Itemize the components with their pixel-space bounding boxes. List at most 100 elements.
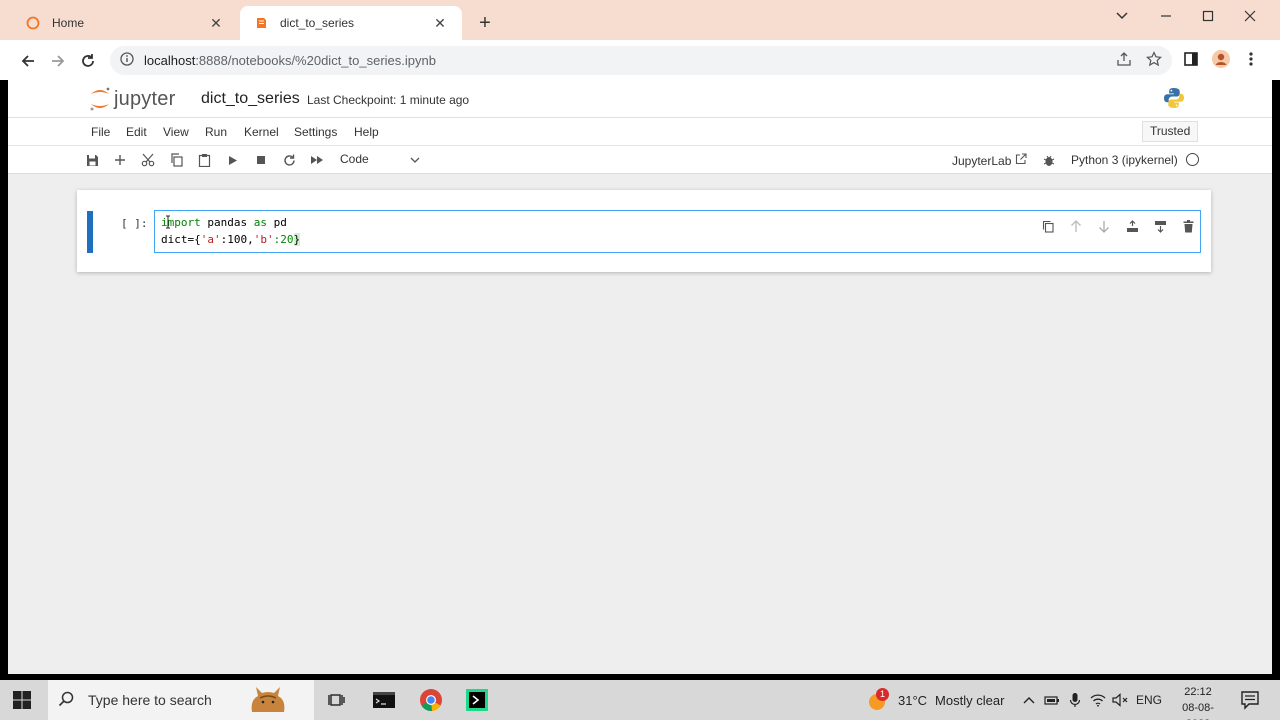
wifi-icon[interactable] [1089, 692, 1107, 708]
clock-date: 08-08-2023 [1182, 702, 1214, 720]
search-icon [58, 691, 74, 710]
terminal-app-icon[interactable] [371, 688, 397, 712]
jupyter-logo-icon [90, 87, 110, 111]
url-field[interactable]: localhost:8888/notebooks/%20dict_to_seri… [110, 46, 1172, 75]
close-tab-icon[interactable]: ✕ [208, 15, 224, 32]
input-language[interactable]: ENG [1136, 693, 1162, 707]
cut-icon[interactable] [139, 151, 157, 169]
insert-cell-icon[interactable] [111, 151, 129, 169]
cell-prompt: [ ]: [121, 217, 148, 230]
share-icon[interactable] [1114, 49, 1134, 69]
clock-time: 22:12 [1184, 686, 1212, 698]
external-link-icon [1015, 153, 1027, 168]
kernel-name[interactable]: Python 3 (ipykernel) [1071, 153, 1178, 167]
cat-search-highlight-icon [246, 682, 290, 719]
trusted-badge[interactable]: Trusted [1142, 121, 1199, 142]
insert-below-icon[interactable] [1151, 217, 1169, 235]
open-jupyterlab-link[interactable]: JupyterLab [952, 153, 1027, 168]
close-tab-icon[interactable]: ✕ [432, 15, 448, 32]
task-view-icon[interactable] [324, 688, 350, 712]
taskbar-search-placeholder: Type here to search [88, 692, 212, 708]
notification-center-icon[interactable] [1240, 690, 1260, 710]
stop-icon[interactable] [252, 151, 270, 169]
tab-search-icon[interactable] [1112, 6, 1132, 26]
restart-icon[interactable] [280, 151, 298, 169]
browser-tabstrip: Home ✕ dict_to_series ✕ + [0, 0, 1280, 40]
cell-type-dropdown[interactable]: Code [340, 152, 420, 166]
windows-taskbar: Type here to search 1 31°C Mostly clear … [0, 680, 1280, 720]
system-clock[interactable]: 22:12 08-08-2023 [1170, 684, 1226, 720]
menu-settings[interactable]: Settings [294, 125, 337, 139]
move-up-icon[interactable] [1067, 217, 1085, 235]
chevron-down-icon [410, 152, 420, 166]
jupyter-logo-text: jupyter [114, 87, 176, 110]
site-info-icon[interactable] [120, 52, 134, 69]
bookmark-star-icon[interactable] [1144, 49, 1164, 69]
profile-avatar-icon[interactable] [1211, 49, 1231, 69]
code-cell-editor[interactable]: import pandas as pd dict={'a':100,'b':20… [154, 210, 1201, 253]
tab-dict-to-series[interactable]: dict_to_series ✕ [240, 6, 462, 40]
minimize-icon[interactable] [1156, 6, 1176, 26]
python-logo-icon [1163, 87, 1185, 112]
show-hidden-icons-chevron-icon[interactable] [1020, 692, 1038, 708]
debugger-bug-icon[interactable] [1040, 151, 1058, 169]
insert-above-icon[interactable] [1123, 217, 1141, 235]
side-panel-icon[interactable] [1181, 49, 1201, 69]
menu-view[interactable]: View [163, 125, 189, 139]
battery-plug-icon[interactable] [1043, 692, 1061, 708]
close-window-icon[interactable] [1240, 6, 1260, 26]
code-line-1: import pandas as pd [161, 216, 287, 229]
text-cursor-icon [165, 215, 170, 229]
active-cell-indicator[interactable] [87, 211, 93, 253]
menu-run[interactable]: Run [205, 125, 227, 139]
notebook-cell-container: [ ]: import pandas as pd dict={'a':100,'… [77, 190, 1211, 272]
cell-type-value: Code [340, 152, 369, 166]
kernel-status-idle-icon [1186, 153, 1199, 166]
reload-icon[interactable] [77, 50, 99, 72]
duplicate-cell-icon[interactable] [1039, 217, 1057, 235]
jupyter-menubar: File Edit View Run Kernel Settings Help … [8, 118, 1272, 146]
weather-notification-badge: 1 [876, 688, 889, 701]
microphone-icon[interactable] [1066, 692, 1084, 708]
move-down-icon[interactable] [1095, 217, 1113, 235]
jupyter-favicon-icon [26, 16, 40, 30]
last-checkpoint: Last Checkpoint: 1 minute ago [307, 93, 470, 107]
menu-file[interactable]: File [91, 125, 110, 139]
jupyterlab-label: JupyterLab [952, 153, 1012, 168]
save-icon[interactable] [83, 151, 101, 169]
copy-icon[interactable] [167, 151, 185, 169]
notebook-title[interactable]: dict_to_series [201, 90, 300, 108]
notebook-favicon-icon [254, 16, 268, 30]
menu-kernel[interactable]: Kernel [244, 125, 279, 139]
pycharm-app-icon[interactable] [464, 688, 490, 712]
run-icon[interactable] [224, 151, 242, 169]
jupyter-page: jupyter dict_to_series Last Checkpoint: … [8, 80, 1272, 674]
volume-muted-icon[interactable] [1111, 692, 1129, 708]
paste-icon[interactable] [195, 151, 213, 169]
jupyter-header: jupyter dict_to_series Last Checkpoint: … [8, 80, 1272, 118]
code-line-2: dict={'a':100,'b':20} [161, 233, 301, 246]
weather-moon-cloud-icon: 1 [866, 688, 890, 711]
browser-menu-icon[interactable] [1241, 49, 1261, 69]
tab-active-title: dict_to_series [280, 16, 355, 30]
forward-icon[interactable] [47, 50, 69, 72]
maximize-icon[interactable] [1198, 6, 1218, 26]
tab-home-title: Home [52, 16, 85, 30]
menu-help[interactable]: Help [354, 125, 379, 139]
restart-run-all-icon[interactable] [308, 151, 326, 169]
back-icon[interactable] [17, 50, 39, 72]
address-bar-row: localhost:8888/notebooks/%20dict_to_seri… [0, 40, 1280, 80]
notebook-toolbar: Code JupyterLab Python 3 (ipykernel) [8, 146, 1272, 174]
taskbar-search-box[interactable]: Type here to search [48, 680, 314, 720]
weather-condition: Mostly clear [935, 692, 1005, 708]
chrome-app-icon[interactable] [418, 688, 444, 712]
weather-widget[interactable]: 1 31°C Mostly clear [866, 688, 1005, 711]
delete-cell-icon[interactable] [1179, 217, 1197, 235]
jupyter-logo[interactable]: jupyter [88, 85, 175, 113]
tab-home[interactable]: Home ✕ [12, 6, 238, 40]
menu-edit[interactable]: Edit [126, 125, 147, 139]
new-tab-button[interactable]: + [474, 12, 496, 34]
url-text: localhost:8888/notebooks/%20dict_to_seri… [144, 53, 436, 68]
windows-start-icon[interactable] [12, 690, 32, 710]
temperature: 31°C [898, 692, 928, 708]
